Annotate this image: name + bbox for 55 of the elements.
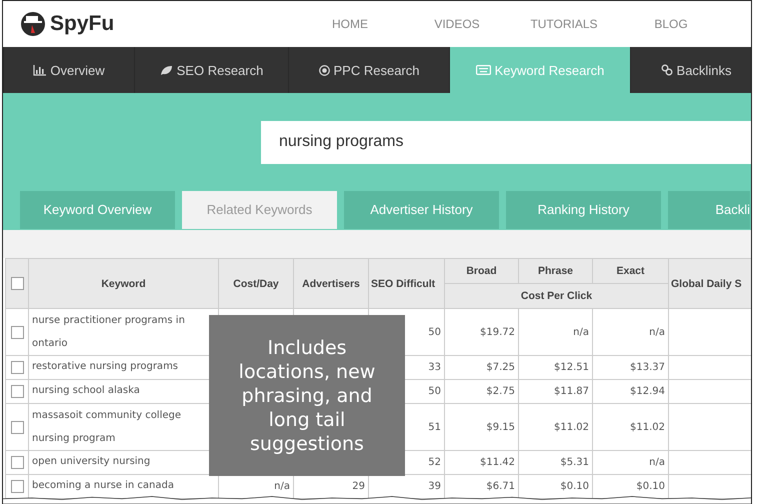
table-cell: $6.71 bbox=[486, 481, 515, 492]
table-cell: $11.02 bbox=[554, 422, 589, 432]
table-cell: $0.10 bbox=[560, 481, 589, 492]
table-cell: 33 bbox=[428, 362, 441, 373]
row-checkbox[interactable] bbox=[10, 456, 24, 469]
table-cell: 29 bbox=[352, 481, 365, 492]
nav-link[interactable]: TUTORIALS bbox=[514, 17, 614, 31]
table-cell: 52 bbox=[428, 457, 441, 468]
column-header: Exact bbox=[616, 265, 645, 277]
table-cell: $11.87 bbox=[554, 386, 589, 397]
nav-link[interactable]: BLOG bbox=[621, 17, 721, 31]
row-checkbox[interactable] bbox=[10, 385, 24, 398]
row-checkbox[interactable] bbox=[10, 326, 24, 338]
table-cell: $19.72 bbox=[480, 326, 515, 338]
row-checkbox[interactable] bbox=[10, 420, 24, 434]
callout-text: Includes locations, new phrasing, and long tail suggestions bbox=[238, 336, 376, 456]
column-header: Phrase bbox=[538, 265, 574, 277]
table-cell: $2.75 bbox=[486, 386, 515, 397]
table-cell: $7.25 bbox=[486, 362, 515, 373]
table-cell: $12.94 bbox=[630, 386, 665, 397]
row-checkbox[interactable] bbox=[10, 480, 24, 493]
column-header: Global Daily S bbox=[671, 278, 742, 290]
table-cell: $11.42 bbox=[480, 457, 515, 468]
spy-logo-icon bbox=[20, 11, 46, 37]
table-cell: n/a bbox=[573, 326, 589, 338]
logo-text[interactable]: SpyFu bbox=[50, 12, 114, 36]
table-cell: $0.10 bbox=[636, 481, 665, 492]
column-header: Advertisers bbox=[302, 278, 360, 290]
link-icon bbox=[660, 64, 673, 76]
table-cell: 39 bbox=[428, 481, 441, 492]
target-icon bbox=[318, 64, 330, 76]
table-cell: n/a bbox=[274, 481, 290, 492]
leaf-icon bbox=[160, 64, 173, 76]
table-cell: $5.31 bbox=[560, 457, 589, 468]
table-cell: $13.37 bbox=[630, 362, 665, 373]
column-header: Keyword bbox=[101, 278, 146, 290]
nav-link[interactable]: VIDEOS bbox=[407, 17, 507, 31]
search-field[interactable]: nursing programs bbox=[261, 121, 751, 164]
table-cell: n/a bbox=[649, 326, 665, 338]
column-header: SEO Difficult bbox=[371, 278, 436, 290]
bar-chart-icon bbox=[33, 64, 46, 76]
table-cell: 50 bbox=[428, 326, 441, 338]
table-cell: $12.51 bbox=[554, 362, 589, 373]
column-header: Broad bbox=[466, 265, 497, 277]
table-cell: 51 bbox=[428, 422, 441, 432]
table-cell: n/a bbox=[649, 457, 665, 468]
table-cell: 50 bbox=[428, 386, 441, 397]
column-header: Cost/Day bbox=[233, 278, 279, 290]
group-header: Cost Per Click bbox=[520, 290, 592, 302]
table-cell: $11.02 bbox=[630, 422, 665, 432]
nav-link[interactable]: HOME bbox=[300, 17, 400, 31]
table-cell: $9.15 bbox=[486, 422, 515, 432]
row-checkbox[interactable] bbox=[10, 361, 24, 374]
select-all-checkbox[interactable] bbox=[10, 277, 24, 290]
keyboard-icon bbox=[476, 65, 491, 75]
